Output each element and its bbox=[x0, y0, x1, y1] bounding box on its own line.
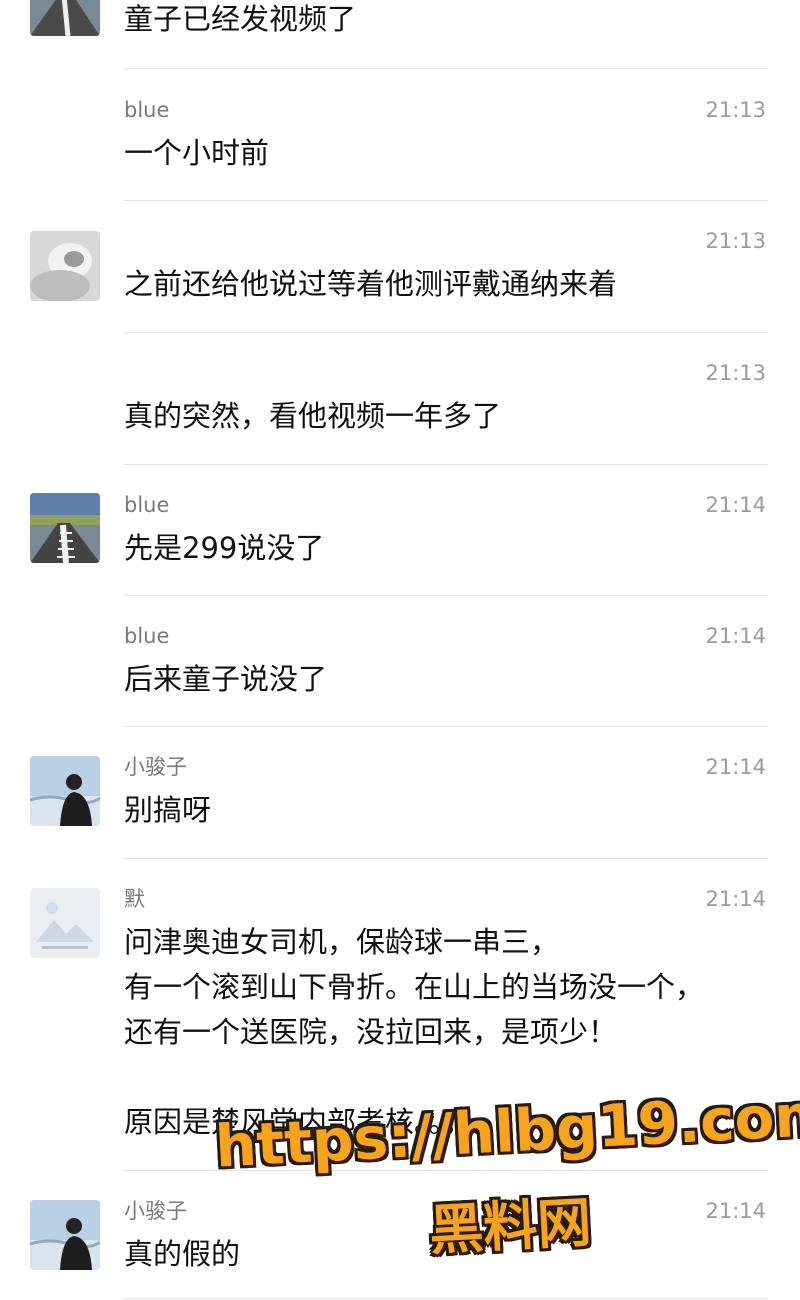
message-text: 先是299说没了 bbox=[124, 531, 325, 565]
message-text: 后来童子说没了 bbox=[124, 662, 328, 696]
sender-name: blue bbox=[124, 493, 170, 517]
avatar-image bbox=[30, 1200, 100, 1270]
chat-message[interactable]: 21:13 之前还给他说过等着他测评戴通纳来着 bbox=[0, 200, 800, 333]
avatar-bw-sculpture[interactable] bbox=[30, 231, 100, 301]
chat-message[interactable]: 童子已经发视频了 bbox=[0, 0, 800, 69]
message-text: 一个小时前 bbox=[124, 136, 270, 170]
avatar-beach-person[interactable] bbox=[30, 1200, 100, 1270]
chat-message[interactable]: blue 21:14 先是299说没了 bbox=[0, 464, 800, 596]
chat-message[interactable]: 小骏子 21:14 别搞呀 bbox=[0, 726, 800, 859]
avatar-image bbox=[30, 0, 100, 36]
avatar-beach-person[interactable] bbox=[30, 756, 100, 826]
message-time: 21:13 bbox=[705, 361, 766, 385]
message-text: 童子已经发视频了 bbox=[124, 2, 357, 36]
avatar-road-skeleton[interactable] bbox=[30, 0, 100, 36]
sender-name: 小骏子 bbox=[124, 1199, 187, 1223]
sender-name: blue bbox=[124, 98, 170, 122]
chat-message[interactable]: blue 21:13 一个小时前 bbox=[0, 69, 800, 201]
watermark-name: 黑料网 bbox=[427, 1190, 593, 1263]
sender-name: 默 bbox=[124, 887, 145, 911]
chat-message[interactable]: blue 21:14 后来童子说没了 bbox=[0, 595, 800, 727]
avatar-image bbox=[30, 756, 100, 826]
message-time: 21:14 bbox=[705, 1199, 766, 1223]
message-time: 21:14 bbox=[705, 493, 766, 517]
sender-name: 小骏子 bbox=[124, 755, 187, 779]
message-time: 21:14 bbox=[705, 624, 766, 648]
message-text: 之前还给他说过等着他测评戴通纳来着 bbox=[124, 267, 618, 301]
avatar-image bbox=[30, 888, 100, 958]
avatar-road-skeleton[interactable] bbox=[30, 493, 100, 563]
divider bbox=[124, 1298, 768, 1299]
message-text: 别搞呀 bbox=[124, 793, 212, 827]
message-text: 真的突然，看他视频一年多了 bbox=[124, 399, 502, 433]
avatar-mountain-placeholder[interactable] bbox=[30, 888, 100, 958]
avatar-image bbox=[30, 493, 100, 563]
avatar-image bbox=[30, 231, 100, 301]
message-time: 21:14 bbox=[705, 887, 766, 911]
message-time: 21:13 bbox=[705, 98, 766, 122]
message-time: 21:13 bbox=[705, 229, 766, 253]
chat-message[interactable]: 21:13 真的突然，看他视频一年多了 bbox=[0, 332, 800, 465]
sender-name: blue bbox=[124, 624, 170, 648]
message-time: 21:14 bbox=[705, 755, 766, 779]
